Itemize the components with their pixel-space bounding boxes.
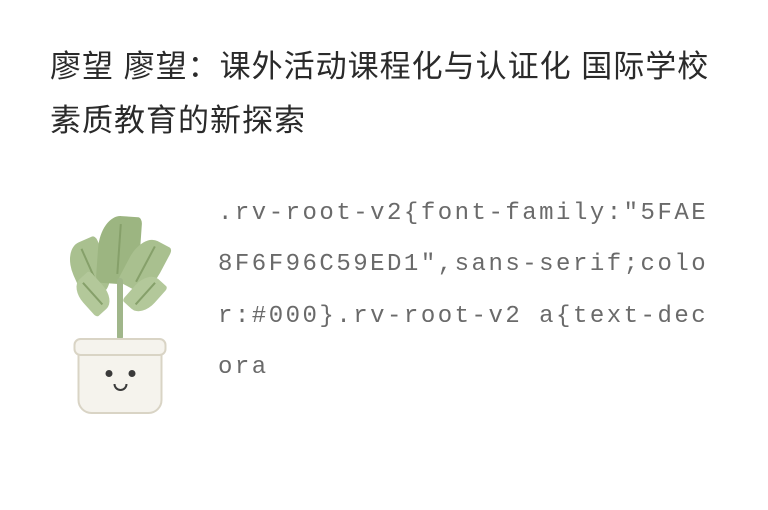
stem-icon [117,278,123,340]
potted-plant-illustration [50,184,190,414]
mouth-icon [113,384,127,391]
article-title: 廖望 廖望：课外活动课程化与认证化 国际学校素质教育的新探索 [50,40,718,149]
eye-icon [128,370,135,377]
content-row: .rv-root-v2{font-family:"5FAE8F6F96C59ED… [50,184,718,414]
eye-icon [105,370,112,377]
pot-icon [78,342,163,414]
css-code-snippet: .rv-root-v2{font-family:"5FAE8F6F96C59ED… [218,184,718,394]
